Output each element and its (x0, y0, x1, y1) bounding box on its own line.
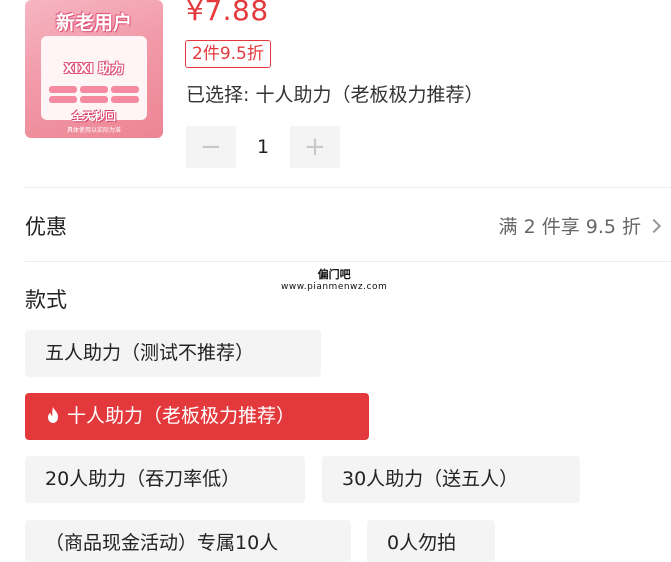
selected-variant-text: 已选择: 十人助力（老板极力推荐） (186, 84, 484, 106)
style-option-0-person[interactable]: 0人勿拍 (367, 520, 495, 562)
coupon-info-text: 满 2 件享 9.5 折 (498, 216, 641, 238)
thumbnail-brand: XIXI 助力 (63, 62, 125, 77)
watermark-url: www.pianmenwz.com (281, 282, 388, 292)
thumbnail-footer: 具体使用以实际为准 (66, 127, 121, 134)
watermark: 偏门吧 www.pianmenwz.com (281, 266, 387, 292)
style-option-cash-activity[interactable]: （商品现金活动）专属10人 (25, 520, 351, 562)
divider (25, 261, 671, 262)
thumbnail-tagline: 全天秒回 (72, 110, 116, 123)
coupon-label: 优惠 (25, 215, 67, 239)
style-option-label: 十人助力（老板极力推荐） (67, 405, 296, 427)
thumbnail-decor (49, 86, 139, 103)
fire-icon (48, 407, 58, 423)
style-option-30-person[interactable]: 30人助力（送五人） (322, 456, 580, 503)
style-option-label: 20人助力（吞刀率低） (45, 468, 241, 490)
style-option-20-person[interactable]: 20人助力（吞刀率低） (25, 456, 305, 503)
chevron-right-icon (646, 218, 662, 233)
style-option-label: 0人勿拍 (387, 532, 457, 554)
thumbnail-headline: 新老用户 (55, 12, 132, 34)
style-option-label: （商品现金活动）专属10人 (45, 532, 279, 554)
quantity-increase-button[interactable]: + (290, 126, 340, 168)
style-option-10-person[interactable]: 十人助力（老板极力推荐） (25, 393, 369, 440)
watermark-title: 偏门吧 (317, 268, 351, 281)
style-option-label: 五人助力（测试不推荐） (45, 342, 255, 364)
quantity-decrease-button[interactable]: − (186, 126, 236, 168)
product-price: ¥7.88 (186, 0, 269, 27)
product-thumbnail[interactable]: 新老用户 XIXI 助力 全天秒回 具体使用以实际为准 (25, 0, 163, 138)
quantity-value[interactable]: 1 (236, 126, 290, 168)
style-option-label: 30人助力（送五人） (342, 468, 519, 490)
divider (25, 187, 671, 188)
coupon-row-link[interactable]: 满 2 件享 9.5 折 (498, 212, 662, 239)
style-option-5-person[interactable]: 五人助力（测试不推荐） (25, 330, 321, 377)
discount-tag: 2件9.5折 (185, 40, 271, 68)
style-label: 款式 (25, 288, 67, 312)
